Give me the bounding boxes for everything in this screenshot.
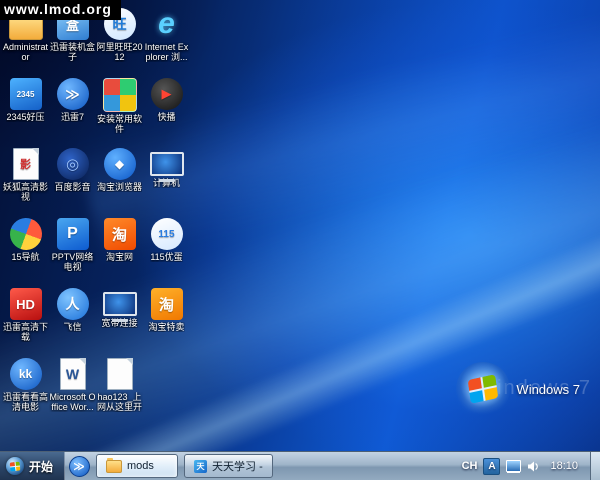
taskbar-window-mods[interactable]: mods (96, 454, 178, 478)
internet-explorer-icon: e (151, 8, 183, 40)
desktop-icon-label: Microsoft Office Wor... (49, 392, 96, 412)
show-desktop-button[interactable] (590, 452, 600, 480)
desktop-icon-2345-haozip[interactable]: 2345 2345好压 (2, 76, 49, 146)
thunder-icon: ≫ (69, 456, 90, 477)
windows-flag-icon (10, 461, 21, 471)
taskbar-clock[interactable]: 18:10 (546, 460, 582, 472)
desktop-icon-taobao-temai[interactable]: 淘淘宝特卖 (143, 286, 190, 356)
app-icon: 天 (194, 460, 207, 473)
desktop: www.lmod.org Administrator盒迅雷装机盒子旺阿里旺旺20… (0, 0, 600, 452)
desktop-icon-115-youdan[interactable]: 115 115优蛋 (143, 216, 190, 286)
ms-office-word-icon: W (60, 358, 86, 390)
desktop-icon-yaohu-hd-video[interactable]: 影妖狐高清影视 (2, 146, 49, 216)
desktop-icon-label: 飞信 (63, 322, 81, 332)
pptv-icon: P (57, 218, 89, 250)
site-watermark: www.lmod.org (0, 0, 121, 20)
xunlei-kankan-icon: kk (10, 358, 42, 390)
xunlei-7-icon: ≫ (57, 78, 89, 110)
windows7-label: Windows 7 (516, 382, 580, 397)
desktop-icon-taobao-browser[interactable]: ◆ 淘宝浏览器 (96, 146, 143, 216)
baidu-player-icon: ◎ (57, 148, 89, 180)
quicklaunch-thunder-button[interactable]: ≫ (65, 452, 93, 480)
desktop-icon-label: Administrator (2, 42, 49, 62)
115-youdan-icon: 115 (151, 218, 183, 250)
desktop-icon-ms-office-word[interactable]: WMicrosoft Office Wor... (49, 356, 96, 426)
desktop-icon-15-daohang[interactable]: 15导航 (2, 216, 49, 286)
desktop-icon-label: 快播 (157, 112, 175, 122)
desktop-icon-label: 淘宝特卖 (148, 322, 184, 332)
desktop-icon-xunlei-kankan[interactable]: kk迅雷看看高清电影 (2, 356, 49, 426)
task-window-label: mods (127, 460, 154, 472)
desktop-icon-label: 淘宝网 (106, 252, 133, 262)
desktop-icon-xunlei-7[interactable]: ≫ 迅雷7 (49, 76, 96, 146)
desktop-icon-label: 妖狐高清影视 (2, 182, 49, 202)
desktop-icon-label: 迅雷看看高清电影 (2, 392, 49, 412)
folder-icon (106, 460, 122, 473)
computer-icon (150, 152, 184, 176)
qvod-kuaibo-icon: ▶ (151, 78, 183, 110)
hao123-icon (107, 358, 133, 390)
start-button[interactable]: 开始 (0, 452, 65, 480)
desktop-icon-install-common-software[interactable]: 安装常用软件 (96, 76, 143, 146)
desktop-icon-xunlei-hd-download[interactable]: HD迅雷高清下载 (2, 286, 49, 356)
windows-flag-icon (468, 374, 499, 404)
xunlei-hd-download-icon: HD (10, 288, 42, 320)
desktop-icon-taobao[interactable]: 淘淘宝网 (96, 216, 143, 286)
desktop-icon-baidu-player[interactable]: ◎ 百度影音 (49, 146, 96, 216)
volume-icon[interactable] (527, 460, 540, 473)
taobao-temai-icon: 淘 (151, 288, 183, 320)
desktop-icon-internet-explorer[interactable]: eInternet Explorer 浏... (143, 6, 190, 76)
desktop-icon-label: PPTV网络电视 (49, 252, 96, 272)
desktop-icon-label: 安装常用软件 (96, 114, 143, 134)
desktop-icon-label: 迅雷装机盒子 (49, 42, 96, 62)
taobao-icon: 淘 (104, 218, 136, 250)
start-label: 开始 (29, 458, 53, 475)
desktop-icon-pptv[interactable]: PPPTV网络电视 (49, 216, 96, 286)
desktop-icon-label: 迅雷高清下载 (2, 322, 49, 342)
desktop-icon-label: Internet Explorer 浏... (143, 42, 190, 62)
network-icon[interactable] (506, 460, 521, 472)
taskbar: 开始 ≫ mods 天 天天学习 - CH A 18:10 (0, 451, 600, 480)
desktop-icon-hao123[interactable]: hao123_上网从这里开始 (96, 356, 143, 426)
desktop-icon-label: 淘宝浏览器 (97, 182, 142, 192)
desktop-icon-label: 迅雷7 (61, 112, 84, 122)
task-window-label: 天天学习 - (212, 458, 263, 474)
taobao-browser-icon: ◆ (104, 148, 136, 180)
language-indicator[interactable]: CH (462, 460, 478, 472)
desktop-icon-label: 阿里旺旺2012 (96, 42, 143, 62)
windows7-logo: Windows 7 (456, 362, 580, 416)
taskbar-window-tiantian-xuexi[interactable]: 天 天天学习 - (184, 454, 273, 478)
install-common-software-icon (103, 78, 137, 112)
windows-flag-glow (456, 362, 510, 416)
15-daohang-icon (5, 213, 46, 254)
desktop-icon-qvod-kuaibo[interactable]: ▶ 快播 (143, 76, 190, 146)
desktop-icon-label: 15导航 (11, 252, 39, 262)
yaohu-hd-video-icon: 影 (13, 148, 39, 180)
desktop-icon-label: 115优蛋 (150, 252, 182, 262)
desktop-icon-broadband-connection[interactable]: 宽带连接 (96, 286, 143, 356)
start-orb-icon (6, 457, 24, 475)
desktop-icon-grid: Administrator盒迅雷装机盒子旺阿里旺旺2012eInternet E… (2, 6, 190, 426)
fetion-icon: 人 (57, 288, 89, 320)
2345-haozip-icon: 2345 (10, 78, 42, 110)
desktop-icon-label: 百度影音 (54, 182, 90, 192)
desktop-icon-label: 2345好压 (6, 112, 44, 122)
system-tray: CH A 18:10 (454, 452, 600, 480)
ime-indicator[interactable]: A (483, 458, 500, 475)
desktop-icon-computer[interactable]: 计算机 (143, 146, 190, 216)
desktop-icon-fetion[interactable]: 人飞信 (49, 286, 96, 356)
desktop-icon-label: hao123_上网从这里开始 (96, 392, 143, 412)
broadband-connection-icon (103, 292, 137, 316)
